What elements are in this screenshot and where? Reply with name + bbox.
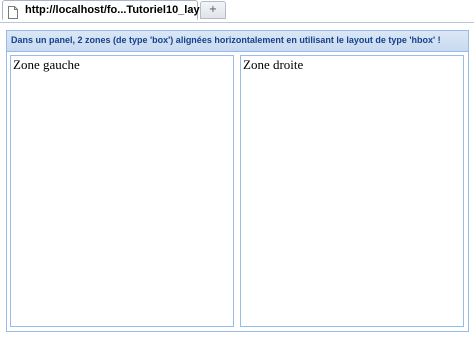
right-zone-box: Zone droite [240,55,464,327]
browser-tab-bar: http://localhost/fo...Tutoriel10_layout/… [0,0,474,23]
panel-header: Dans un panel, 2 zones (de type 'box') a… [7,31,468,52]
right-zone-label: Zone droite [243,57,304,72]
browser-tab-title: http://localhost/fo...Tutoriel10_layout/ [25,4,220,16]
page-icon [8,4,18,19]
hbox-panel: Dans un panel, 2 zones (de type 'box') a… [6,30,469,332]
panel-body: Zone gauche Zone droite [7,52,468,331]
panel-title: Dans un panel, 2 zones (de type 'box') a… [11,35,441,45]
left-zone-label: Zone gauche [13,57,80,72]
plus-icon: + [208,4,218,15]
new-tab-button[interactable]: + [200,1,226,19]
left-zone-box: Zone gauche [10,55,234,327]
browser-tab[interactable]: http://localhost/fo...Tutoriel10_layout/ [2,0,220,20]
